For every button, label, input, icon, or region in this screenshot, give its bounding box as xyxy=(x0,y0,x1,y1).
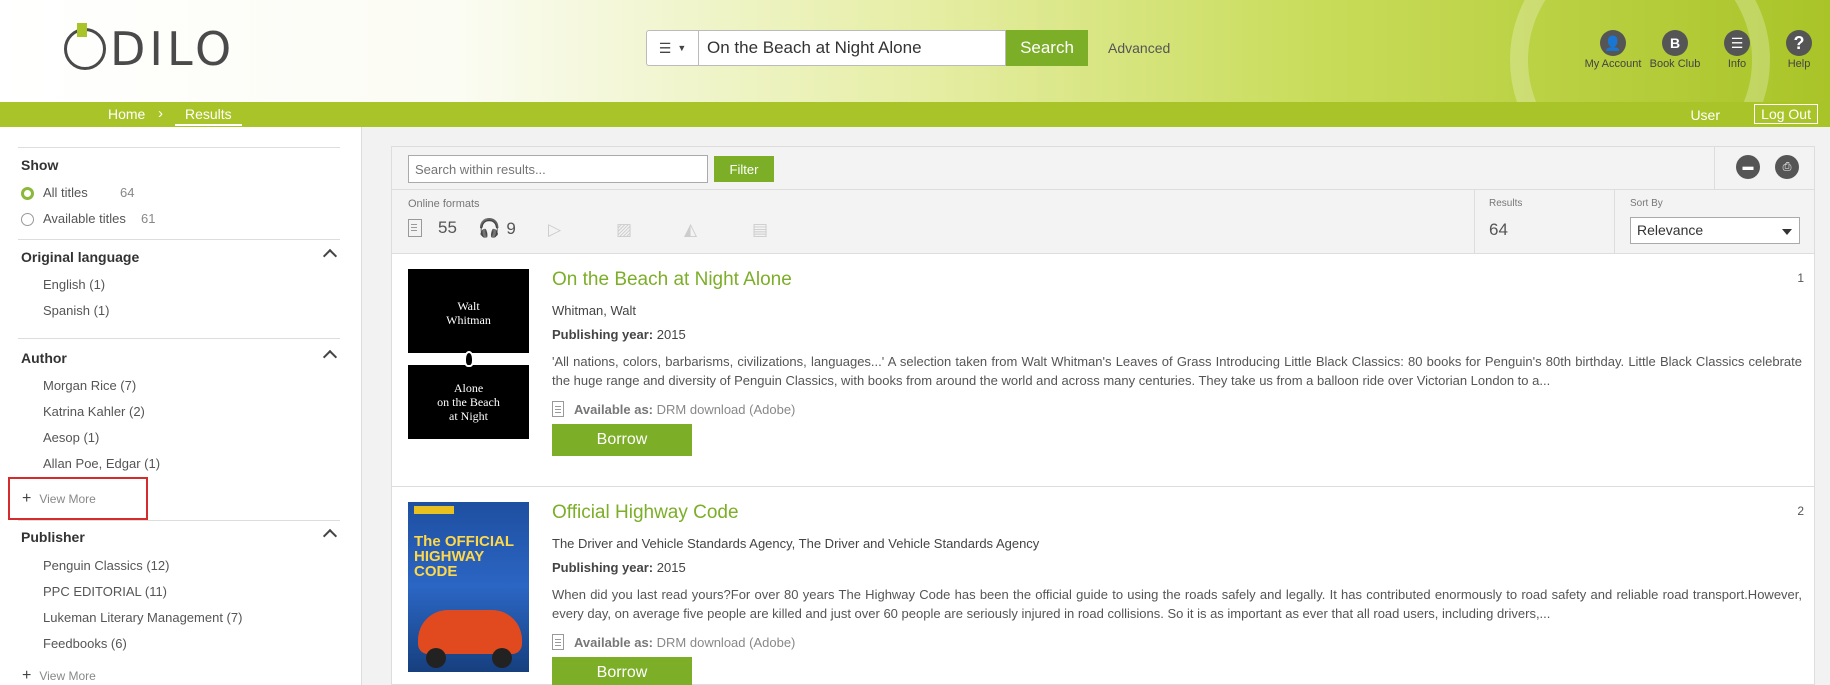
sort-by-label: Sort By xyxy=(1630,198,1663,209)
result-number: 2 xyxy=(1797,504,1804,518)
formats-label: Online formats xyxy=(408,198,480,210)
breadcrumb-home[interactable]: Home xyxy=(108,106,145,122)
results-count: 64 xyxy=(1489,220,1508,239)
radio-unchecked-icon xyxy=(21,213,34,226)
result-author[interactable]: Whitman, Walt xyxy=(552,303,636,318)
video-icon: ▷ xyxy=(548,220,562,239)
menu-icon: ☰ xyxy=(1724,30,1750,56)
result-year: Publishing year: 2015 xyxy=(552,327,686,342)
result-author[interactable]: The Driver and Vehicle Standards Agency,… xyxy=(552,536,1039,551)
logout-button[interactable]: Log Out xyxy=(1754,104,1818,124)
caret-down-icon: ▼ xyxy=(677,43,687,53)
author-item[interactable]: Allan Poe, Edgar (1) xyxy=(43,456,160,471)
result-title[interactable]: Official Highway Code xyxy=(552,502,739,524)
chevron-right-icon: › xyxy=(158,105,163,122)
formats-bar: Online formats 55 🎧 9 ▷ ▨ ◭ ▤ Results 64… xyxy=(392,190,1814,254)
radio-available-titles[interactable]: Available titles 61 xyxy=(21,211,321,229)
language-item[interactable]: Spanish (1) xyxy=(43,303,109,318)
document-icon xyxy=(552,634,564,650)
search-bar: ☰ ▼ Search xyxy=(646,30,1088,66)
publisher-item[interactable]: Penguin Classics (12) xyxy=(43,558,169,573)
filter-sidebar: Show All titles 64 Available titles 61 O… xyxy=(0,127,362,685)
show-filter: Show xyxy=(21,157,341,173)
publisher-item[interactable]: Lukeman Literary Management (7) xyxy=(43,610,242,625)
results-count-label: Results xyxy=(1489,198,1523,209)
headphones-icon: 🎧 xyxy=(478,218,501,238)
publisher-view-more[interactable]: + View More xyxy=(22,667,96,685)
search-type-dropdown[interactable]: ☰ ▼ xyxy=(646,30,698,66)
author-filter[interactable]: Author xyxy=(21,349,341,366)
info-button[interactable]: ☰ Info xyxy=(1706,30,1768,70)
result-availability: Available as: DRM download (Adobe) xyxy=(552,634,795,650)
help-button[interactable]: ? Help xyxy=(1768,30,1830,70)
highlight-box xyxy=(8,477,148,520)
ebook-format-filter[interactable]: 55 xyxy=(408,218,457,238)
header-icons: 👤 My Account B Book Club ☰ Info ? Help xyxy=(1582,30,1830,70)
result-title[interactable]: On the Beach at Night Alone xyxy=(552,269,792,291)
ebook-icon xyxy=(408,219,422,237)
result-description: 'All nations, colors, barbarisms, civili… xyxy=(552,354,1802,388)
publisher-filter[interactable]: Publisher xyxy=(21,528,341,545)
author-item[interactable]: Katrina Kahler (2) xyxy=(43,404,145,419)
filter-button[interactable]: Filter xyxy=(714,156,774,182)
book-club-button[interactable]: B Book Club xyxy=(1644,30,1706,70)
user-icon: 👤 xyxy=(1600,30,1626,56)
result-year: Publishing year: 2015 xyxy=(552,560,686,575)
publisher-item[interactable]: PPC EDITORIAL (11) xyxy=(43,584,167,599)
publisher-item[interactable]: Feedbooks (6) xyxy=(43,636,127,651)
sort-by-select[interactable]: Relevance xyxy=(1630,217,1800,244)
plus-icon: + xyxy=(22,667,32,684)
result-description: When did you last read yours?For over 80… xyxy=(552,587,1802,621)
results-toolbar: Filter ▬ ⎙ xyxy=(392,147,1814,190)
image-icon: ▨ xyxy=(616,220,633,239)
author-title: Author xyxy=(21,350,67,366)
result-number: 1 xyxy=(1797,271,1804,285)
print-icon[interactable]: ⎙ xyxy=(1775,155,1799,179)
header: DILO ☰ ▼ Search Advanced 👤 My Account B … xyxy=(0,0,1830,102)
borrow-button[interactable]: Borrow xyxy=(552,657,692,685)
odilo-logo[interactable]: DILO xyxy=(64,22,236,76)
save-icon[interactable]: ▬ xyxy=(1736,155,1760,179)
radio-all-titles[interactable]: All titles 64 xyxy=(21,185,321,203)
language-filter[interactable]: Original language xyxy=(21,248,341,265)
help-icon: ? xyxy=(1786,30,1812,56)
clipboard-icon: ▤ xyxy=(752,220,769,239)
advanced-search-link[interactable]: Advanced xyxy=(1108,40,1170,56)
book-club-icon: B xyxy=(1662,30,1688,56)
document-icon xyxy=(552,401,564,417)
course-icon: ◭ xyxy=(684,220,698,239)
show-title: Show xyxy=(21,157,59,173)
language-title: Original language xyxy=(21,249,140,265)
language-item[interactable]: English (1) xyxy=(43,277,105,292)
penguin-logo-icon xyxy=(464,351,474,367)
author-item[interactable]: Morgan Rice (7) xyxy=(43,378,136,393)
search-within-input[interactable] xyxy=(408,155,708,183)
search-input[interactable] xyxy=(698,30,1006,66)
result-availability: Available as: DRM download (Adobe) xyxy=(552,401,795,417)
book-cover[interactable]: Walt Whitman Alone on the Beach at Night xyxy=(408,269,529,439)
radio-checked-icon xyxy=(21,187,34,200)
book-cover[interactable]: The OFFICIAL HIGHWAY CODE xyxy=(408,502,529,672)
results-panel: Filter ▬ ⎙ Online formats 55 🎧 9 ▷ ▨ ◭ ▤… xyxy=(391,146,1815,685)
borrow-button[interactable]: Borrow xyxy=(552,424,692,456)
search-button[interactable]: Search xyxy=(1006,30,1088,66)
audiobook-format-filter[interactable]: 🎧 9 xyxy=(478,218,516,239)
logo-text: DILO xyxy=(110,22,236,76)
breadcrumb-results[interactable]: Results xyxy=(175,106,242,126)
author-item[interactable]: Aesop (1) xyxy=(43,430,99,445)
my-account-button[interactable]: 👤 My Account xyxy=(1582,30,1644,70)
list-icon: ☰ xyxy=(658,39,672,56)
breadcrumb: Home › Results User Log Out xyxy=(0,102,1830,127)
publisher-title: Publisher xyxy=(21,529,85,545)
user-label[interactable]: User xyxy=(1690,107,1720,123)
